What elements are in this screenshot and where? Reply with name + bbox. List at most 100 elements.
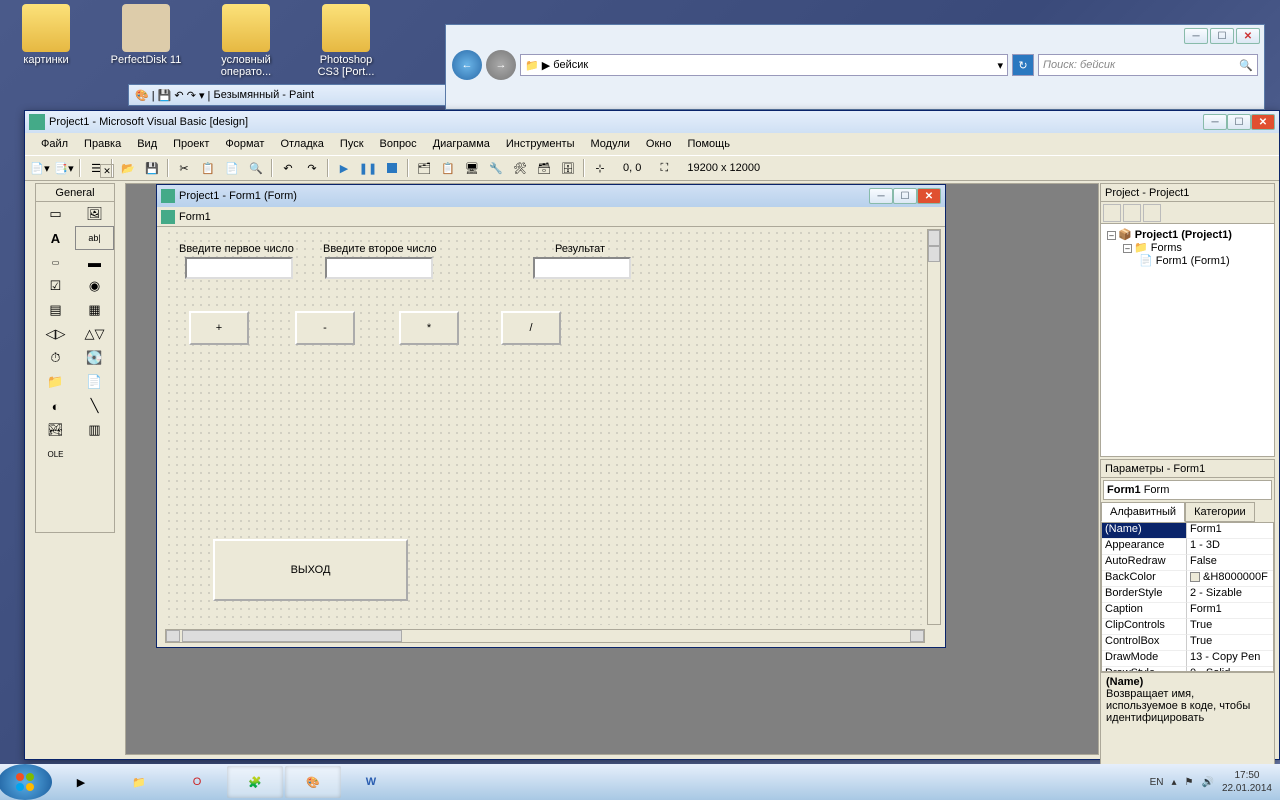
vb-titlebar[interactable]: Project1 - Microsoft Visual Basic [desig… bbox=[25, 111, 1279, 133]
maximize-button[interactable]: ☐ bbox=[893, 188, 917, 204]
menu-edit[interactable]: Правка bbox=[78, 136, 127, 152]
toolbox-button[interactable]: 🛠 bbox=[509, 157, 531, 179]
paint-window-titlebar[interactable]: 🎨 | 💾 ↶ ↷ ▾ | Безымянный - Paint bbox=[128, 84, 448, 106]
property-row[interactable]: DrawMode13 - Copy Pen bbox=[1102, 651, 1273, 667]
task-paint[interactable]: 🎨 bbox=[285, 766, 341, 798]
forward-button[interactable]: → bbox=[486, 50, 516, 80]
task-word[interactable]: W bbox=[343, 766, 399, 798]
button-divide[interactable]: / bbox=[501, 311, 561, 345]
add-project-button[interactable]: 📄▾ bbox=[29, 157, 51, 179]
button-multiply[interactable]: * bbox=[399, 311, 459, 345]
tool-shape[interactable]: ◐ bbox=[36, 394, 75, 418]
run-button[interactable]: ▶ bbox=[333, 157, 355, 179]
menu-window[interactable]: Окно bbox=[640, 136, 678, 152]
tool-pointer[interactable]: ▭ bbox=[36, 202, 75, 226]
label-first-number[interactable]: Введите первое число bbox=[179, 243, 294, 255]
tool-textbox[interactable]: ab| bbox=[75, 226, 114, 250]
menu-debug[interactable]: Отладка bbox=[274, 136, 329, 152]
tool-combobox[interactable]: ▤ bbox=[36, 298, 75, 322]
property-row[interactable]: ClipControlsTrue bbox=[1102, 619, 1273, 635]
tool-image[interactable]: 🏞 bbox=[36, 418, 75, 442]
desktop-icon[interactable]: картинки bbox=[10, 4, 82, 78]
menu-diagram[interactable]: Диаграмма bbox=[427, 136, 496, 152]
toggle-folders-button[interactable] bbox=[1143, 204, 1161, 222]
menu-file[interactable]: Файл bbox=[35, 136, 74, 152]
tool-drivelistbox[interactable]: 💽 bbox=[75, 346, 114, 370]
form-layout-button[interactable]: 🖥 bbox=[461, 157, 483, 179]
toolbox-close-button[interactable]: ✕ bbox=[100, 164, 114, 178]
horizontal-scrollbar[interactable] bbox=[165, 629, 925, 643]
tool-checkbox[interactable]: ☑ bbox=[36, 274, 75, 298]
paste-button[interactable]: 📄 bbox=[221, 157, 243, 179]
textbox-second-number[interactable] bbox=[325, 257, 433, 279]
toolbox-tab[interactable]: General bbox=[36, 184, 114, 202]
menu-tools[interactable]: Инструменты bbox=[500, 136, 581, 152]
button-minus[interactable]: - bbox=[295, 311, 355, 345]
menu-project[interactable]: Проект bbox=[167, 136, 215, 152]
tab-categorized[interactable]: Категории bbox=[1185, 502, 1255, 522]
undo-button[interactable]: ↶ bbox=[277, 157, 299, 179]
tool-commandbutton[interactable]: ▬ bbox=[75, 250, 114, 274]
start-button[interactable] bbox=[0, 764, 52, 800]
task-media-player[interactable]: ▶ bbox=[53, 766, 109, 798]
tool-label[interactable]: A bbox=[36, 226, 75, 250]
maximize-button[interactable]: ☐ bbox=[1227, 114, 1251, 130]
desktop-icon[interactable]: условный операто... bbox=[210, 4, 282, 78]
tool-frame[interactable]: ▭ bbox=[36, 250, 75, 274]
task-explorer[interactable]: 📁 bbox=[111, 766, 167, 798]
add-form-button[interactable]: 📑▾ bbox=[53, 157, 75, 179]
button-exit[interactable]: ВЫХОД bbox=[213, 539, 408, 601]
desktop-icon[interactable]: Photoshop CS3 [Port... bbox=[310, 4, 382, 78]
clock[interactable]: 17:50 22.01.2014 bbox=[1222, 769, 1272, 795]
tool-listbox[interactable]: ▦ bbox=[75, 298, 114, 322]
tool-picturebox[interactable]: 🖼 bbox=[75, 202, 114, 226]
properties-button[interactable]: 📋 bbox=[437, 157, 459, 179]
project-explorer-button[interactable]: 🗂 bbox=[413, 157, 435, 179]
save-button[interactable]: 💾 bbox=[141, 157, 163, 179]
task-opera[interactable]: O bbox=[169, 766, 225, 798]
tray-chevron-icon[interactable]: ▴ bbox=[1171, 777, 1176, 788]
button-plus[interactable]: + bbox=[189, 311, 249, 345]
property-row[interactable]: AutoRedrawFalse bbox=[1102, 555, 1273, 571]
form-titlebar[interactable]: Form1 bbox=[157, 207, 945, 227]
task-vb[interactable]: 🧩 bbox=[227, 766, 283, 798]
address-bar[interactable]: 📁 ▶ бейсик ▾ bbox=[520, 54, 1008, 76]
open-button[interactable]: 📂 bbox=[117, 157, 139, 179]
tool-dirlistbox[interactable]: 📁 bbox=[36, 370, 75, 394]
tool-line[interactable]: ╲ bbox=[75, 394, 114, 418]
menu-help[interactable]: Помощь bbox=[681, 136, 736, 152]
search-box[interactable]: Поиск: бейсик 🔍 bbox=[1038, 54, 1258, 76]
close-button[interactable]: ✕ bbox=[917, 188, 941, 204]
view-object-button[interactable] bbox=[1123, 204, 1141, 222]
textbox-result[interactable] bbox=[533, 257, 631, 279]
tray-flag-icon[interactable]: ⚑ bbox=[1185, 777, 1194, 788]
data-view-button[interactable]: 🗃 bbox=[533, 157, 555, 179]
menu-run[interactable]: Пуск bbox=[334, 136, 370, 152]
tool-optionbutton[interactable]: ◉ bbox=[75, 274, 114, 298]
tool-data[interactable]: ▥ bbox=[75, 418, 114, 442]
tool-timer[interactable]: ⏱ bbox=[36, 346, 75, 370]
tool-filelistbox[interactable]: 📄 bbox=[75, 370, 114, 394]
tab-alphabetic[interactable]: Алфавитный bbox=[1101, 502, 1185, 522]
back-button[interactable]: ← bbox=[452, 50, 482, 80]
vertical-scrollbar[interactable] bbox=[927, 229, 941, 625]
stop-button[interactable] bbox=[381, 157, 403, 179]
refresh-button[interactable]: ↻ bbox=[1012, 54, 1034, 76]
properties-object-selector[interactable]: Form1 Form bbox=[1103, 480, 1272, 500]
property-row[interactable]: ControlBoxTrue bbox=[1102, 635, 1273, 651]
minimize-button[interactable]: ─ bbox=[1203, 114, 1227, 130]
minimize-button[interactable]: ─ bbox=[869, 188, 893, 204]
label-result[interactable]: Результат bbox=[555, 243, 605, 255]
tool-ole[interactable]: OLE bbox=[36, 442, 75, 466]
close-button[interactable]: ✕ bbox=[1236, 28, 1260, 44]
maximize-button[interactable]: ☐ bbox=[1210, 28, 1234, 44]
tool-vscrollbar[interactable]: △▽ bbox=[75, 322, 114, 346]
menu-view[interactable]: Вид bbox=[131, 136, 163, 152]
form-designer-titlebar[interactable]: Project1 - Form1 (Form) ─ ☐ ✕ bbox=[157, 185, 945, 207]
label-second-number[interactable]: Введите второе число bbox=[323, 243, 437, 255]
menu-format[interactable]: Формат bbox=[219, 136, 270, 152]
object-browser-button[interactable]: 🔧 bbox=[485, 157, 507, 179]
redo-button[interactable]: ↷ bbox=[301, 157, 323, 179]
form-canvas[interactable]: Введите первое число Введите второе числ… bbox=[165, 229, 925, 625]
tray-volume-icon[interactable]: 🔊 bbox=[1201, 777, 1213, 788]
